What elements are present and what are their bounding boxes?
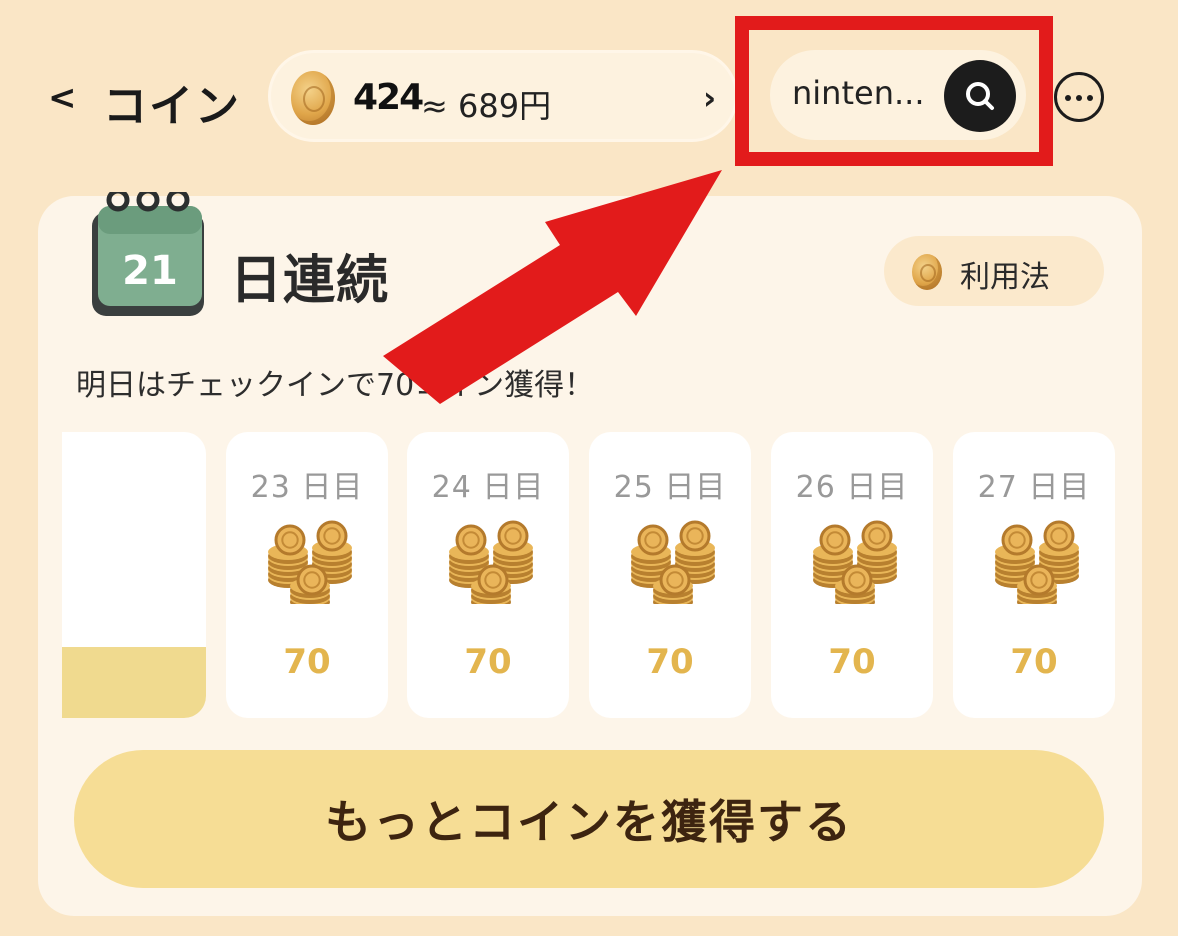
coin-balance-number: 424 <box>353 77 424 118</box>
more-dot <box>1087 95 1093 101</box>
checkin-card: 21 日連続 利用法 明日はチェックインで70コイン獲得！ 23 日目 70 2… <box>38 192 1142 916</box>
day-card: 23 日目 70 <box>226 432 388 718</box>
coin-icon <box>291 71 335 125</box>
coin-icon <box>912 254 942 290</box>
coin-stack-icon <box>449 520 533 604</box>
day-amount: 70 <box>464 642 512 682</box>
previous-day-card <box>62 432 206 718</box>
more-dot <box>1065 95 1071 101</box>
more-options-button[interactable] <box>1054 72 1104 122</box>
coin-stack-icon <box>995 520 1079 604</box>
earn-more-coins-button[interactable]: もっとコインを獲得する <box>74 750 1104 888</box>
coin-stack-icon <box>268 520 352 604</box>
calendar-day-number: 21 <box>122 248 178 294</box>
coin-balance-pill[interactable]: 424 ≈ 689円 › <box>268 50 738 142</box>
streak-label: 日連続 <box>230 251 390 311</box>
back-button[interactable]: < <box>48 78 77 118</box>
more-dot <box>1076 95 1082 101</box>
calendar-icon: 21 <box>92 192 204 316</box>
day-amount: 70 <box>828 642 876 682</box>
page-title: コイン <box>103 81 241 132</box>
day-card: 27 日目 70 <box>953 432 1115 718</box>
checkin-subtitle: 明日はチェックインで70コイン獲得！ <box>76 368 595 403</box>
day-amount: 70 <box>1010 642 1058 682</box>
day-amount: 70 <box>283 642 331 682</box>
previous-day-progress <box>62 646 206 718</box>
coin-stack-icon <box>631 520 715 604</box>
earn-more-coins-label: もっとコインを獲得する <box>325 796 853 848</box>
day-label: 25 日目 <box>613 470 727 505</box>
chevron-right-icon: › <box>703 79 717 117</box>
how-to-use-button[interactable]: 利用法 <box>884 236 1104 306</box>
day-card: 24 日目 70 <box>407 432 569 718</box>
day-card: 25 日目 70 <box>589 432 751 718</box>
highlight-box <box>735 16 1053 166</box>
day-label: 23 日目 <box>250 470 364 505</box>
day-label: 27 日目 <box>977 470 1091 505</box>
day-amount: 70 <box>646 642 694 682</box>
coin-stack-icon <box>813 520 897 604</box>
day-card: 26 日目 70 <box>771 432 933 718</box>
day-label: 26 日目 <box>795 470 909 505</box>
how-to-use-label: 利用法 <box>960 260 1050 295</box>
day-label: 24 日目 <box>431 470 545 505</box>
coin-balance-yen: ≈ 689円 <box>421 87 552 125</box>
